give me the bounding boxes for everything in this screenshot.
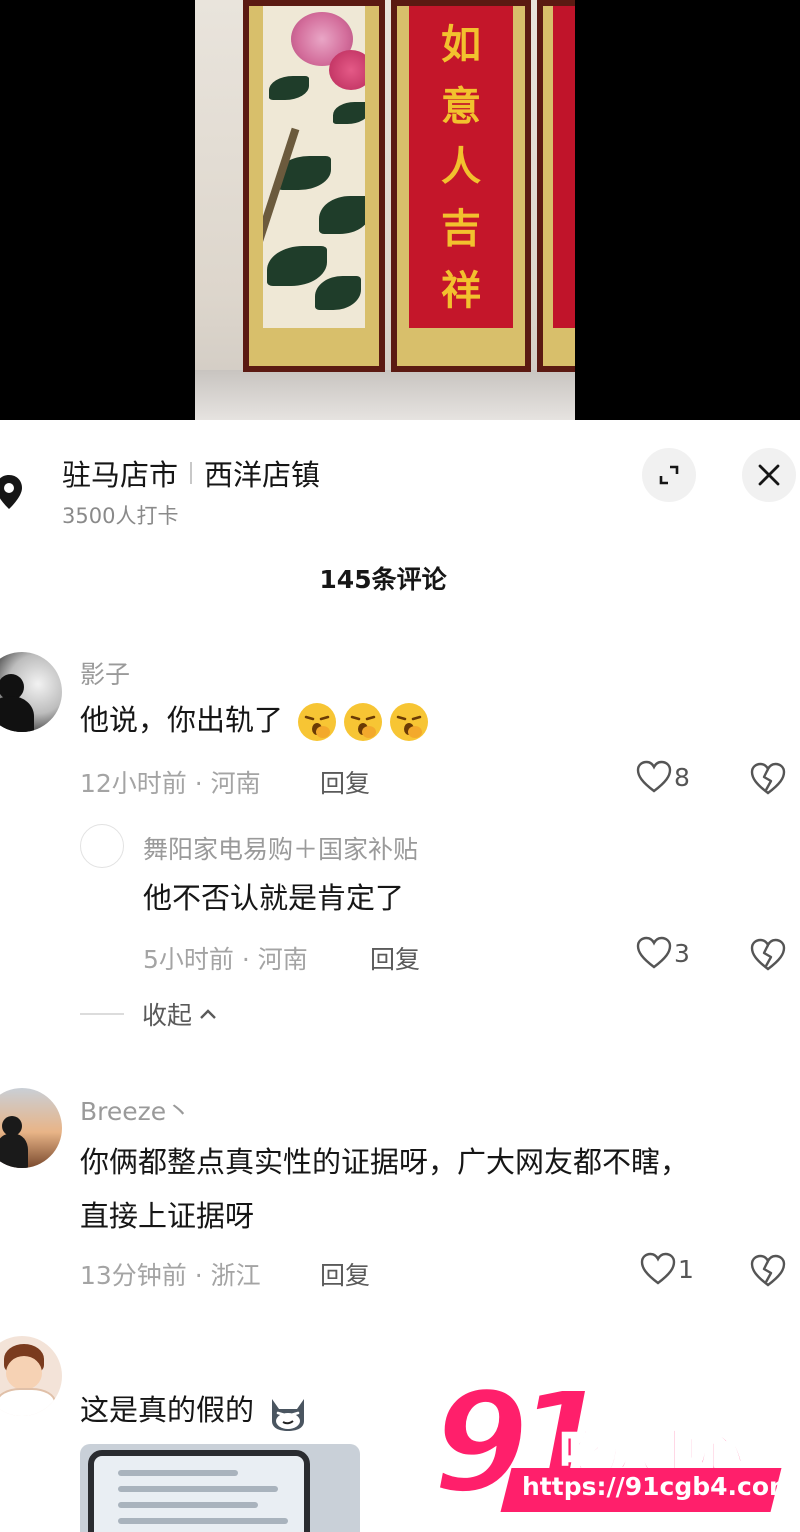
reply-meta: 5小时前 · 河南 — [143, 945, 308, 974]
avatar[interactable] — [80, 824, 124, 868]
comment-username[interactable]: Breeze丶 — [80, 1092, 191, 1128]
reply-button[interactable]: 回复 — [370, 940, 420, 976]
like-button[interactable]: 8 — [636, 760, 690, 794]
location-pin-icon — [0, 475, 22, 509]
collapse-divider — [80, 1013, 124, 1015]
broken-heart-icon[interactable] — [750, 762, 786, 796]
close-button[interactable] — [742, 448, 796, 502]
yawning-face-icon — [390, 703, 429, 741]
watermark-url: https://91cgb4.com — [522, 1472, 796, 1501]
reply-button[interactable]: 回复 — [320, 1256, 370, 1292]
floor — [195, 370, 575, 420]
scroll-char: 人 — [441, 143, 481, 190]
attached-screenshot-image[interactable] — [80, 1444, 360, 1532]
reply-button[interactable]: 回复 — [320, 764, 370, 800]
location-city: 驻马店市 — [62, 458, 179, 492]
like-button[interactable]: 1 — [640, 1252, 694, 1286]
video-player[interactable]: 如 意 人 吉 祥 — [0, 0, 800, 420]
video-frame: 如 意 人 吉 祥 — [195, 0, 575, 420]
comment-text-body: 这是真的假的 — [80, 1393, 255, 1427]
reply-text: 他不否认就是肯定了 — [143, 881, 405, 915]
like-count: 1 — [678, 1254, 694, 1284]
chevron-up-icon — [200, 1009, 216, 1019]
phone-screenshot — [88, 1450, 310, 1532]
like-button[interactable]: 3 — [636, 936, 690, 970]
broken-heart-icon[interactable] — [750, 1254, 786, 1288]
location-town: 西洋店镇 — [204, 458, 321, 492]
broken-heart-icon[interactable] — [750, 938, 786, 972]
like-count: 8 — [674, 762, 690, 792]
comment-meta: 12小时前 · 河南 — [80, 769, 261, 798]
comment-text: 他说，你出轨了 — [80, 694, 430, 746]
comment-username[interactable]: 影子 — [80, 655, 130, 691]
scroll-char: 祥 — [441, 267, 481, 314]
comment-meta: 13分钟前 · 浙江 — [80, 1261, 261, 1290]
watermark-logo: 91 吃瓜中心 https://91cgb4.com — [430, 1360, 796, 1527]
location-divider — [190, 462, 193, 484]
heart-icon — [640, 1252, 676, 1285]
comment-count: 145条评论 — [319, 565, 447, 594]
third-scroll — [537, 0, 575, 372]
calligraphy-scroll: 如 意 人 吉 祥 — [391, 0, 531, 372]
yawning-face-icon — [344, 703, 383, 741]
expand-icon — [659, 465, 679, 485]
scroll-char: 意 — [441, 83, 481, 130]
close-icon — [758, 464, 780, 486]
avatar[interactable] — [0, 1336, 62, 1416]
yawning-face-icon — [298, 703, 337, 741]
smirking-cat-icon — [272, 1399, 305, 1431]
collapse-replies-button[interactable]: 收起 — [80, 996, 218, 1032]
like-count: 3 — [674, 938, 690, 968]
collapse-label: 收起 — [142, 1001, 193, 1030]
heart-icon — [636, 760, 672, 793]
avatar[interactable] — [0, 652, 62, 732]
comment-text: 这是真的假的 — [80, 1384, 309, 1436]
scroll-char: 吉 — [441, 205, 481, 252]
scroll-char: 如 — [441, 21, 481, 68]
reply-username[interactable]: 舞阳家电易购＋国家补贴 — [143, 830, 418, 866]
comment-text-body: 他说，你出轨了 — [80, 703, 284, 737]
heart-icon — [636, 936, 672, 969]
avatar[interactable] — [0, 1088, 62, 1168]
peony-painting — [243, 0, 385, 372]
comment-text-line: 你俩都整点真实性的证据呀，广大网友都不瞎， — [80, 1145, 690, 1179]
comment-text-line: 直接上证据呀 — [80, 1199, 255, 1233]
checkin-count: 3500人打卡 — [62, 504, 179, 528]
expand-button[interactable] — [642, 448, 696, 502]
location-title[interactable]: 驻马店市 西洋店镇 — [62, 452, 320, 494]
